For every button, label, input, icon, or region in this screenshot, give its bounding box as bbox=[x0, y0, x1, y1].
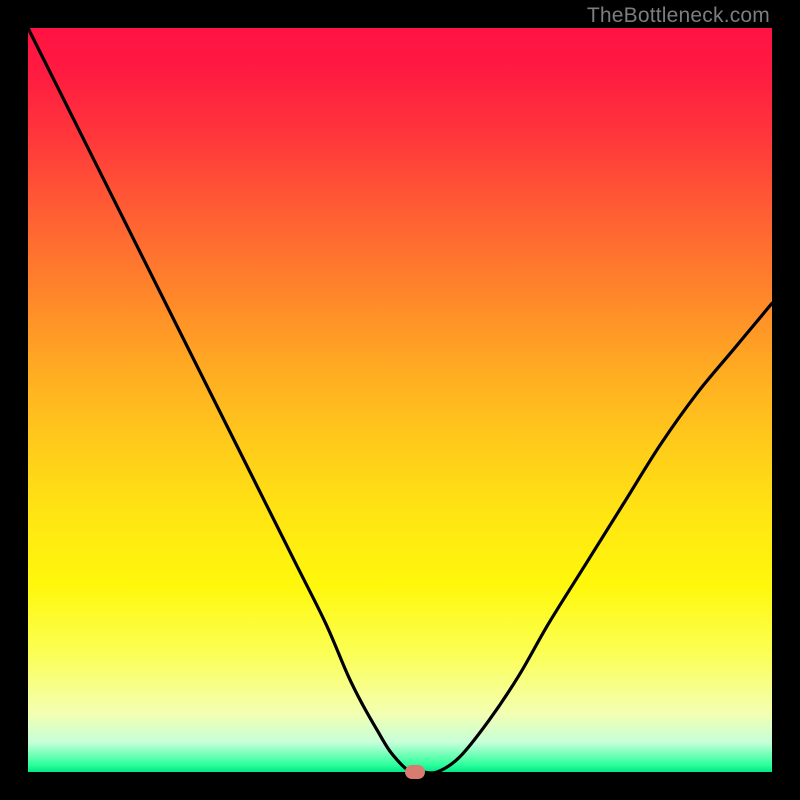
plot-area bbox=[28, 28, 772, 772]
optimum-marker bbox=[405, 765, 425, 779]
bottleneck-curve bbox=[28, 28, 772, 772]
watermark-text: TheBottleneck.com bbox=[587, 4, 770, 28]
chart-frame: TheBottleneck.com bbox=[0, 0, 800, 800]
